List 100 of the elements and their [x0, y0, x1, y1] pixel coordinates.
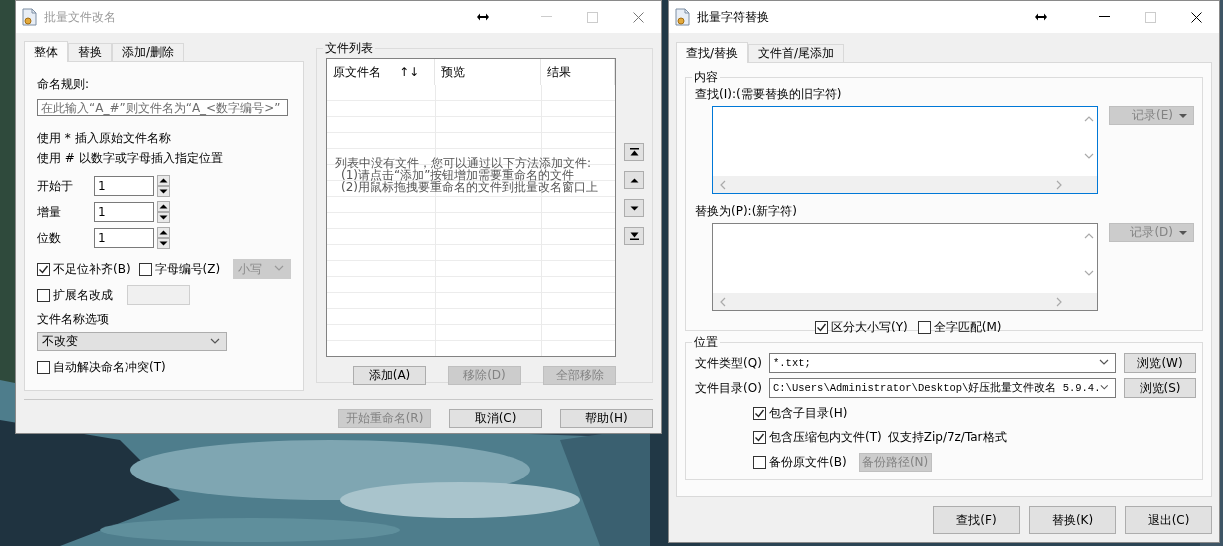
- minimize-icon: [1098, 16, 1110, 18]
- tab[interactable]: 替换: [68, 43, 112, 61]
- hint-text: 使用 * 插入原始文件名称: [37, 130, 172, 147]
- triangle-down-icon: [159, 215, 168, 220]
- name-option-dropdown[interactable]: 不改变: [37, 332, 227, 351]
- arrow-to-bottom-icon: [629, 232, 639, 240]
- caret-down-icon: [1179, 113, 1187, 118]
- field-label: 位数: [37, 229, 62, 247]
- tab[interactable]: 添加/删除: [112, 43, 185, 61]
- arrow-to-top-icon: [629, 148, 639, 156]
- triangle-up-icon: [629, 177, 639, 183]
- spin-up-button[interactable]: [157, 227, 170, 238]
- text-area[interactable]: [712, 106, 1098, 194]
- spin-down-button[interactable]: [157, 186, 170, 197]
- triangle-down-icon: [159, 189, 168, 194]
- column-header[interactable]: 结果: [541, 59, 615, 85]
- field-label: 文件类型(Q): [695, 354, 761, 372]
- resize-arrows-icon: [477, 13, 489, 21]
- move-down-button[interactable]: [624, 199, 644, 217]
- path-combo-box[interactable]: C:\Users\Administrator\Desktop\好压批量文件改名 5.9.4.: [769, 378, 1116, 398]
- browse-button[interactable]: 浏览(W): [1124, 353, 1196, 373]
- triangle-down-icon: [159, 241, 168, 246]
- maximize-icon: [586, 11, 598, 23]
- scrollbar-corner: [1080, 293, 1097, 310]
- checkbox-label: 扩展名改成: [53, 286, 113, 304]
- dialog-button[interactable]: 帮助(H): [560, 409, 653, 428]
- scrollbar-corner: [1080, 176, 1097, 193]
- window-title: 批量字符替换: [697, 8, 770, 26]
- checkbox[interactable]: [138, 262, 152, 276]
- file-list[interactable]: 原文件名 ↑↓ 预览 结果 列表中没有文件，您可以通过以下方法添加文件: (1)请点击“添加”按钮增加需要重命名的文件 (2)用鼠标拖拽要重命名的文件到批量改名窗口上: [326, 58, 616, 357]
- spin-down-button[interactable]: [157, 212, 170, 223]
- checkbox[interactable]: [815, 321, 828, 334]
- close-icon: [632, 11, 644, 23]
- group-title: 文件列表: [324, 40, 374, 57]
- document-gear-icon: [22, 8, 38, 26]
- field-label: 开始于: [37, 177, 74, 195]
- path-combo-box[interactable]: *.txt;: [769, 353, 1116, 373]
- group-title: 内容: [693, 69, 719, 86]
- checkbox[interactable]: [753, 456, 766, 469]
- dialog-button[interactable]: 退出(C): [1125, 506, 1212, 534]
- checkbox-label: 包含子目录(H): [769, 405, 848, 422]
- tab[interactable]: 整体: [24, 41, 68, 62]
- field-label: 替换为(P):(新字符): [695, 203, 798, 220]
- checkbox[interactable]: [37, 361, 50, 374]
- text-area[interactable]: [712, 223, 1098, 311]
- checkbox-label: 字母编号(Z): [154, 260, 221, 278]
- checkbox-label: 自动解决命名冲突(T): [53, 359, 166, 376]
- move-up-button[interactable]: [624, 171, 644, 189]
- checkbox-label: 备份原文件(B): [769, 454, 847, 471]
- checkbox-label: 全字匹配(M): [933, 319, 1002, 336]
- number-field[interactable]: 1: [94, 228, 154, 248]
- caret-down-icon: [1179, 230, 1187, 235]
- checkbox-label: 不足位补齐(B): [53, 260, 131, 278]
- tab[interactable]: 文件首/尾添加: [748, 44, 845, 62]
- checkbox[interactable]: [753, 407, 766, 420]
- list-button[interactable]: 添加(A): [353, 366, 426, 385]
- browse-button[interactable]: 浏览(S): [1124, 378, 1196, 398]
- spin-up-button[interactable]: [157, 175, 170, 186]
- column-header[interactable]: 预览: [435, 59, 541, 85]
- triangle-down-icon: [629, 205, 639, 211]
- minimize-icon: [540, 16, 552, 18]
- number-field[interactable]: 1: [94, 202, 154, 222]
- sort-arrows: ↑↓: [399, 65, 420, 79]
- maximize-icon: [1144, 11, 1156, 23]
- window-title: 批量文件改名: [44, 8, 117, 26]
- dialog-button[interactable]: 替换(K): [1029, 506, 1116, 534]
- horizontal-scrollbar[interactable]: [713, 176, 1080, 193]
- field-label: 查找(I):(需要替换的旧字符): [695, 86, 843, 103]
- empty-list-message: (2)用鼠标拖拽要重命名的文件到批量改名窗口上: [341, 181, 598, 193]
- document-gear-icon: [675, 8, 691, 26]
- tab[interactable]: 查找/替换: [676, 42, 749, 63]
- field-label: 命名规则:: [37, 76, 91, 93]
- chevron-down-icon: [1100, 383, 1109, 393]
- rule-field[interactable]: 在此输入“A_#”则文件名为“A_<数字编号>”: [37, 99, 288, 116]
- hint-text: 使用 # 以数字或字母插入指定位置: [37, 150, 224, 167]
- empty-list-message: 列表中没有文件，您可以通过以下方法添加文件:: [335, 157, 593, 169]
- checkbox-label: 包含压缩包内文件(T): [769, 429, 882, 446]
- column-header[interactable]: 原文件名 ↑↓: [327, 59, 435, 85]
- number-field[interactable]: 1: [94, 176, 154, 196]
- dialog-button[interactable]: 查找(F): [933, 506, 1020, 534]
- checkbox-label: 区分大小写(Y): [831, 319, 908, 336]
- checkbox[interactable]: [917, 321, 931, 334]
- spin-down-button[interactable]: [157, 238, 170, 249]
- checkbox[interactable]: [37, 262, 50, 276]
- note-text: 仅支持Zip/7z/Tar格式: [887, 429, 1007, 446]
- close-icon: [1190, 11, 1202, 23]
- field-label: 文件名称选项: [37, 311, 110, 328]
- checkbox[interactable]: [753, 431, 766, 444]
- triangle-up-icon: [159, 178, 168, 183]
- dialog-button[interactable]: 取消(C): [449, 409, 542, 428]
- move-to-top-button[interactable]: [624, 143, 644, 161]
- horizontal-scrollbar[interactable]: [713, 293, 1080, 310]
- checkbox[interactable]: [37, 288, 50, 302]
- chevron-right-icon: [1054, 179, 1064, 190]
- empty-list-message: (1)请点击“添加”按钮增加需要重命名的文件: [341, 169, 575, 181]
- field-label: 文件目录(O): [695, 379, 761, 397]
- group-title: 位置: [693, 334, 719, 351]
- spin-up-button[interactable]: [157, 201, 170, 212]
- resize-arrows-icon: [1035, 13, 1047, 21]
- move-to-bottom-button[interactable]: [624, 227, 644, 245]
